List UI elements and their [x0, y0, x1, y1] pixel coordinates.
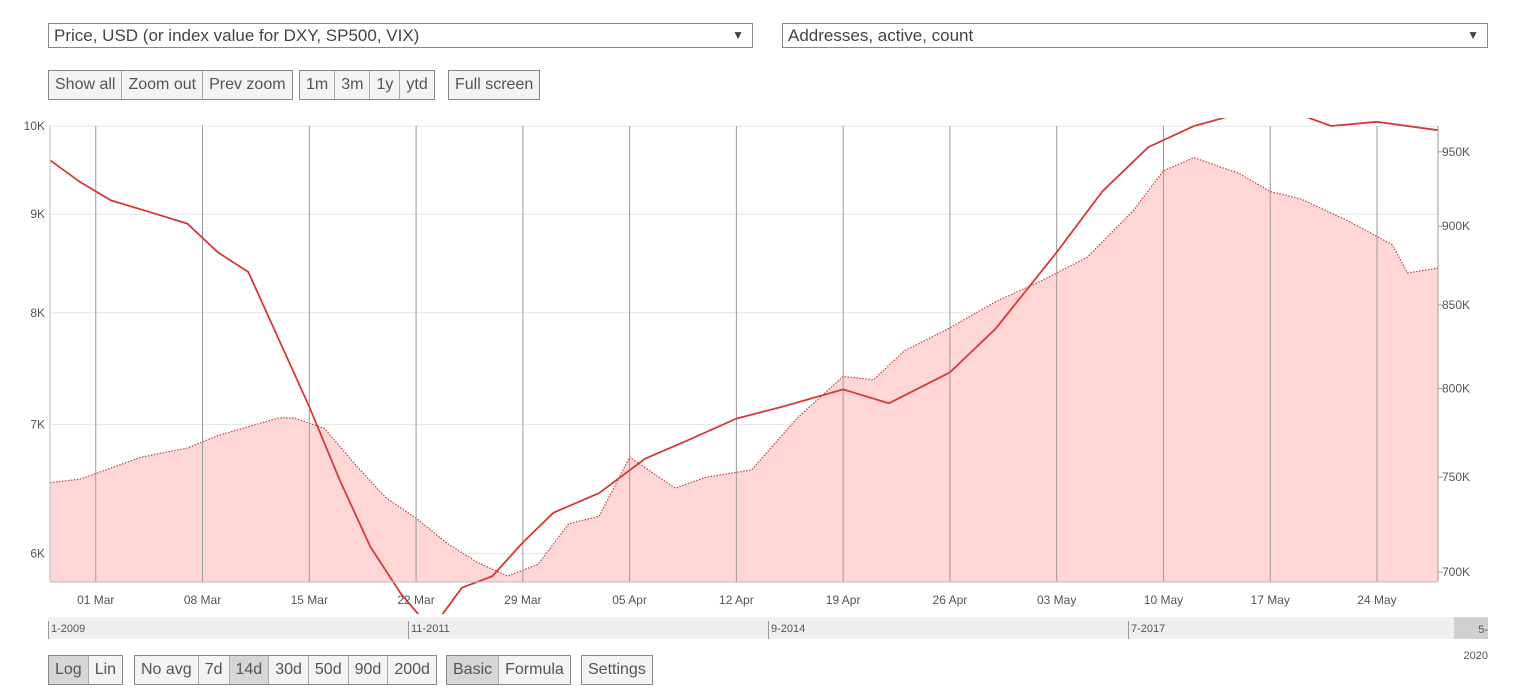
chevron-down-icon: ▼ — [732, 28, 744, 42]
avg-90d-button[interactable]: 90d — [348, 656, 389, 684]
scale-controls: Log Lin — [48, 655, 124, 685]
price-vs-active-addresses-chart[interactable]: 6K 7K 8K 9K 10K 700K 750K 800K 850K 900K 950K 01 … — [0, 118, 1519, 614]
left-series-select-value: Price, USD (or index value for DXY, SP50… — [54, 26, 420, 45]
range-3m-button[interactable]: 3m — [335, 71, 371, 99]
chevron-down-icon: ▼ — [1467, 28, 1479, 42]
range-1y-button[interactable]: 1y — [370, 71, 401, 99]
log-scale-button[interactable]: Log — [49, 656, 89, 684]
lin-scale-button[interactable]: Lin — [88, 656, 123, 684]
fullscreen-controls: Full screen — [448, 70, 541, 100]
navigator-handle[interactable]: 5-2020 — [1454, 617, 1488, 662]
active-addresses-area-series — [49, 156, 1439, 582]
left-tick-label: 9K — [30, 207, 45, 221]
x-tick-label: 12 Apr — [719, 593, 754, 607]
x-tick-label: 22 Mar — [397, 593, 434, 607]
x-tick-label: 08 Mar — [184, 593, 221, 607]
x-tick-label: 10 May — [1144, 593, 1183, 607]
show-all-button[interactable]: Show all — [49, 71, 123, 99]
x-tick-label: 03 May — [1037, 593, 1076, 607]
basic-mode-button[interactable]: Basic — [447, 656, 500, 684]
x-tick-label: 01 Mar — [77, 593, 114, 607]
zoom-controls: Show all Zoom out Prev zoom — [48, 70, 293, 100]
no-avg-button[interactable]: No avg — [135, 656, 199, 684]
navigator-label: 9-2014 — [768, 621, 805, 639]
right-series-select[interactable]: Addresses, active, count ▼ — [782, 23, 1488, 48]
average-controls: No avg 7d 14d 30d 50d 90d 200d — [134, 655, 437, 685]
right-tick-label: 850K — [1442, 298, 1470, 312]
navigator-label: 5-2020 — [1463, 624, 1488, 662]
x-tick-label: 05 Apr — [612, 593, 647, 607]
settings-controls: Settings — [581, 655, 653, 685]
settings-button[interactable]: Settings — [582, 656, 652, 684]
navigator-label: 11-2011 — [408, 621, 450, 639]
avg-200d-button[interactable]: 200d — [388, 656, 436, 684]
x-axis-ticks: 01 Mar 08 Mar 15 Mar 22 Mar 29 Mar 05 Apr 12 A… — [77, 593, 1397, 607]
avg-50d-button[interactable]: 50d — [308, 656, 349, 684]
x-tick-label: 17 May — [1251, 593, 1290, 607]
mode-controls: Basic Formula — [446, 655, 571, 685]
full-screen-button[interactable]: Full screen — [449, 71, 540, 99]
x-tick-label: 29 Mar — [504, 593, 541, 607]
navigator-label: 1-2009 — [48, 621, 85, 639]
right-tick-label: 950K — [1442, 145, 1470, 159]
navigator-label: 7-2017 — [1128, 621, 1165, 639]
x-tick-label: 15 Mar — [291, 593, 328, 607]
prev-zoom-button[interactable]: Prev zoom — [203, 71, 292, 99]
right-tick-label: 700K — [1442, 565, 1470, 579]
avg-14d-button[interactable]: 14d — [229, 656, 270, 684]
navigator-bar[interactable]: 1-2009 11-2011 9-2014 7-2017 5-2020 — [48, 617, 1488, 662]
right-tick-label: 900K — [1442, 219, 1470, 233]
avg-7d-button[interactable]: 7d — [198, 656, 230, 684]
right-axis-ticks: 700K 750K 800K 850K 900K 950K — [1438, 145, 1470, 579]
range-controls: 1m 3m 1y ytd — [299, 70, 435, 100]
active-addresses-area — [50, 157, 1438, 582]
range-1m-button[interactable]: 1m — [300, 71, 336, 99]
x-tick-label: 24 May — [1357, 593, 1396, 607]
right-series-select-value: Addresses, active, count — [788, 26, 974, 45]
left-tick-label: 6K — [30, 547, 45, 561]
zoom-out-button[interactable]: Zoom out — [122, 71, 204, 99]
avg-30d-button[interactable]: 30d — [269, 656, 309, 684]
range-ytd-button[interactable]: ytd — [400, 71, 434, 99]
x-tick-label: 19 Apr — [826, 593, 861, 607]
left-tick-label: 7K — [30, 418, 45, 432]
left-series-select[interactable]: Price, USD (or index value for DXY, SP50… — [48, 23, 753, 48]
left-tick-label: 10K — [24, 119, 45, 133]
left-axis-ticks: 6K 7K 8K 9K 10K — [24, 119, 45, 561]
x-tick-label: 26 Apr — [933, 593, 968, 607]
right-tick-label: 800K — [1442, 381, 1470, 395]
right-tick-label: 750K — [1442, 470, 1470, 484]
left-tick-label: 8K — [30, 306, 45, 320]
formula-mode-button[interactable]: Formula — [499, 656, 570, 684]
